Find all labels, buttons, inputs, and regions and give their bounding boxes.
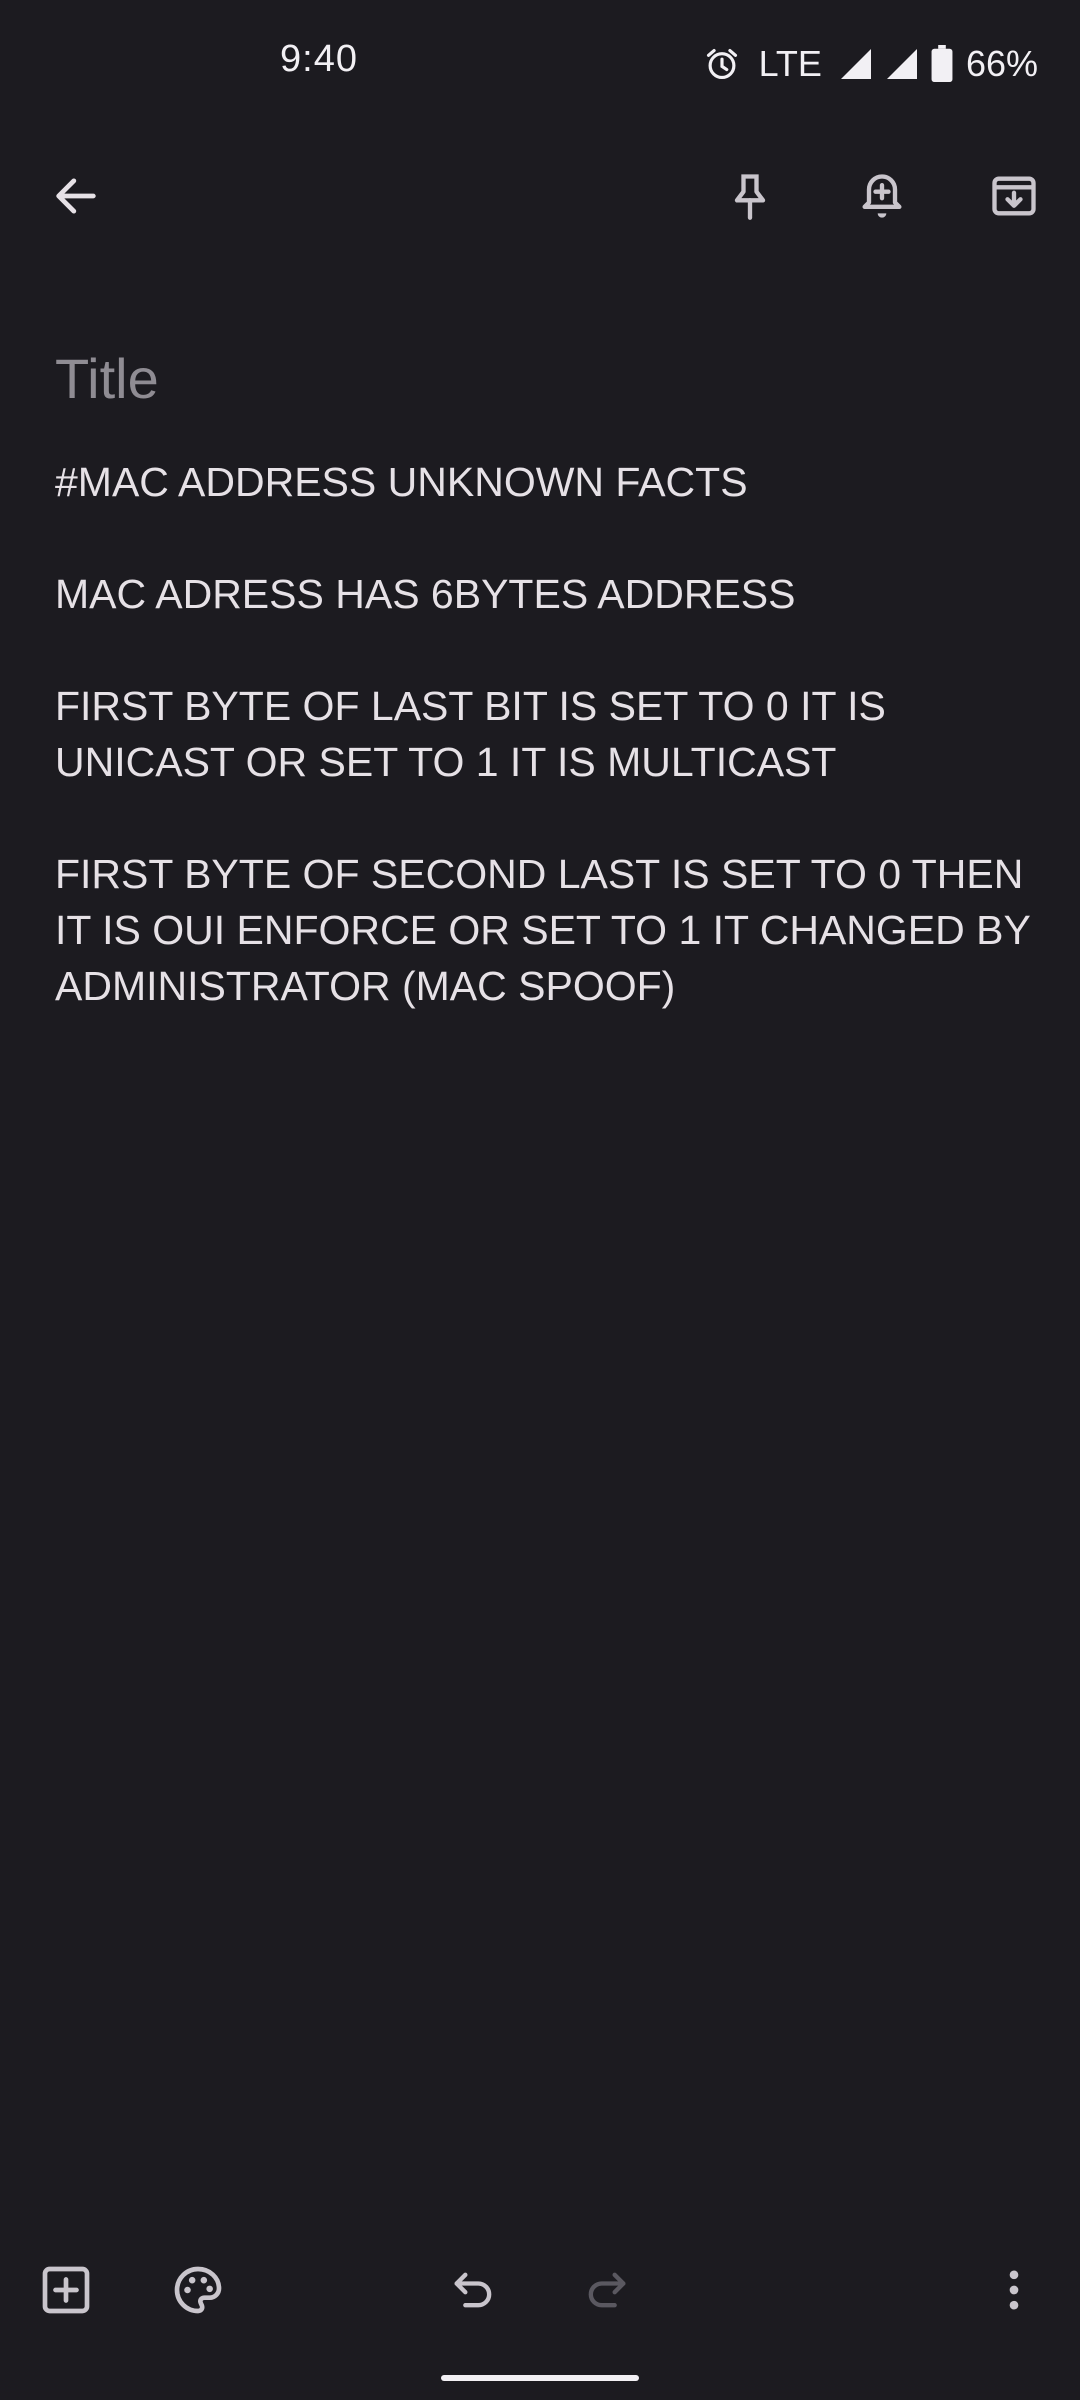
battery-icon xyxy=(930,45,954,83)
note-bottom-bar xyxy=(0,2240,1080,2340)
pin-button[interactable] xyxy=(702,148,798,244)
battery-percent: 66% xyxy=(965,43,1038,84)
undo-icon xyxy=(448,2264,500,2316)
signal-icon xyxy=(884,46,920,82)
back-button[interactable] xyxy=(28,148,124,244)
arrow-back-icon xyxy=(50,170,102,222)
add-box-icon xyxy=(38,2262,94,2318)
undo-button[interactable] xyxy=(426,2242,522,2338)
note-body-field[interactable]: #MAC ADDRESS UNKNOWN FACTS MAC ADRESS HA… xyxy=(55,454,1045,1070)
status-icons: LTE 66% xyxy=(703,38,1038,90)
archive-icon xyxy=(988,170,1040,222)
redo-button[interactable] xyxy=(558,2242,654,2338)
palette-icon xyxy=(170,2262,226,2318)
note-paragraph: MAC ADRESS HAS 6BYTES ADDRESS xyxy=(55,571,796,617)
archive-button[interactable] xyxy=(966,148,1062,244)
pin-icon xyxy=(724,170,776,222)
more-options-button[interactable] xyxy=(966,2242,1062,2338)
signal-icon xyxy=(838,46,874,82)
gesture-nav-handle[interactable] xyxy=(441,2375,639,2381)
alarm-icon xyxy=(703,45,741,83)
status-time: 9:40 xyxy=(280,38,358,80)
status-bar: 9:40 LTE 66% xyxy=(0,0,1080,128)
add-alert-icon xyxy=(856,170,908,222)
more-vert-icon xyxy=(988,2264,1040,2316)
redo-icon xyxy=(580,2264,632,2316)
note-toolbar xyxy=(0,128,1080,264)
note-paragraph: FIRST BYTE OF SECOND LAST IS SET TO 0 TH… xyxy=(55,851,1031,1009)
background-options-button[interactable] xyxy=(150,2242,246,2338)
add-content-button[interactable] xyxy=(18,2242,114,2338)
note-paragraph: FIRST BYTE OF LAST BIT IS SET TO 0 IT IS… xyxy=(55,683,886,785)
reminder-button[interactable] xyxy=(834,148,930,244)
note-paragraph: #MAC ADDRESS UNKNOWN FACTS xyxy=(55,459,748,505)
network-type: LTE xyxy=(758,43,822,84)
note-title-field[interactable]: Title xyxy=(55,344,1015,414)
